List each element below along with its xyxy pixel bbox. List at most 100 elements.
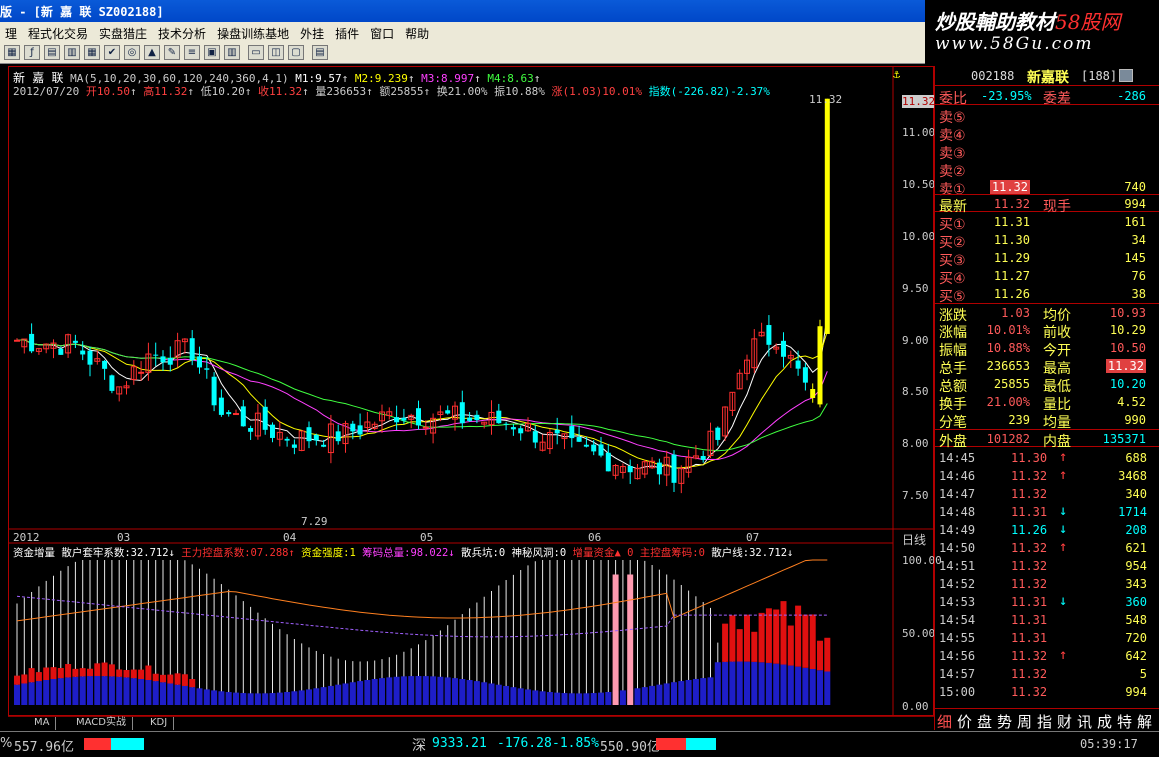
- chart-icon[interactable]: ▤: [44, 45, 60, 60]
- candle-body: [422, 426, 429, 429]
- warning-icon[interactable]: ▲: [144, 45, 160, 60]
- indicator-bar-blue: [780, 664, 787, 705]
- candle-body: [160, 356, 166, 363]
- quote-tab[interactable]: 周: [1017, 711, 1032, 732]
- panel-icon[interactable]: ▢: [288, 45, 304, 60]
- candle-body: [248, 428, 254, 432]
- indicator-bar-red: [72, 668, 79, 677]
- nowhand-value: 994: [1124, 197, 1146, 211]
- indicator-bar-blue: [700, 678, 707, 705]
- indicator-header: 资金增量 散户套牢系数:32.712↓ 王力控盘系数:07.288↑ 资金强度:…: [13, 545, 793, 560]
- indicator-bar-blue: [473, 681, 480, 705]
- function-icon[interactable]: ƒ: [24, 45, 40, 60]
- window-icon[interactable]: ▭: [248, 45, 264, 60]
- buy-row: 买② 11.30 34: [935, 231, 1159, 251]
- menu-item-live-hunt[interactable]: 实盘猎庄: [94, 22, 153, 42]
- print-icon[interactable]: ▤: [312, 45, 328, 60]
- indicator-bar-blue: [481, 682, 488, 705]
- quote-tab[interactable]: 特: [1117, 711, 1132, 732]
- indicator-bar-red: [116, 669, 123, 677]
- table-icon[interactable]: ▦: [84, 45, 100, 60]
- layout-icon[interactable]: ▣: [204, 45, 220, 60]
- stock-info-icon[interactable]: [1119, 69, 1133, 82]
- anchor-icon[interactable]: ⚓: [893, 67, 900, 81]
- quote-tab[interactable]: 盘: [977, 711, 992, 732]
- buy-price: 11.26: [993, 287, 1030, 301]
- quote-tab[interactable]: 细: [937, 711, 952, 732]
- candle-body: [262, 406, 268, 430]
- split-icon[interactable]: ◫: [268, 45, 284, 60]
- indicator-bar-blue: [393, 676, 400, 705]
- quote-tab[interactable]: 势: [997, 711, 1012, 732]
- menu-item-training[interactable]: 操盘训练基地: [212, 22, 295, 42]
- x-label: 2012: [13, 531, 40, 544]
- status-index-change: -176.28: [497, 736, 552, 751]
- site-banner: 炒股輔助教材58股网 www.58Gu.com: [925, 0, 1159, 62]
- tick-time: 14:57: [939, 667, 976, 681]
- indicator-bar-blue: [765, 662, 772, 705]
- indicator-bar-red: [758, 612, 765, 663]
- menu-item-plugins[interactable]: 插件: [330, 22, 365, 42]
- candle-body: [211, 376, 217, 406]
- tick-time: 14:52: [939, 577, 976, 591]
- stat-value: 21.00%: [986, 395, 1030, 409]
- stat-row: 涨幅 10.01% 前收 10.29: [935, 321, 1159, 341]
- stat-row: 涨跌 1.03 均价 10.93: [935, 303, 1159, 324]
- quote-tab[interactable]: 讯: [1077, 711, 1092, 732]
- quote-tab[interactable]: 财: [1057, 711, 1072, 732]
- candle-body: [810, 389, 816, 398]
- tab-ma[interactable]: MA: [28, 717, 57, 730]
- quote-tab[interactable]: 解: [1137, 711, 1152, 732]
- tick-time: 14:51: [939, 559, 976, 573]
- stat-value: 239: [1008, 413, 1030, 427]
- candle-body: [802, 367, 808, 383]
- menu-item-help[interactable]: 帮助: [400, 22, 435, 42]
- indicator-bar-blue: [57, 678, 64, 705]
- indicator-bar-red: [65, 664, 72, 678]
- menu-item-plugin-ext[interactable]: 外挂: [295, 22, 330, 42]
- menu-item-program-trading[interactable]: 程式化交易: [23, 22, 94, 42]
- target-icon[interactable]: ◎: [124, 45, 140, 60]
- buy-volume: 34: [1131, 233, 1146, 247]
- grid-icon[interactable]: ▦: [4, 45, 20, 60]
- kline-chart-area[interactable]: 新 嘉 联 MA(5,10,20,30,60,120,240,360,4,1) …: [8, 66, 942, 717]
- tile-icon[interactable]: ▥: [64, 45, 80, 60]
- buy-volume: 161: [1124, 215, 1146, 229]
- tick-row: 15:00 11.32 994: [935, 683, 1159, 701]
- ind-i4: 资金强度:1: [301, 547, 356, 559]
- indicator-bar-red: [14, 675, 20, 685]
- candle-body: [72, 340, 78, 343]
- pencil-icon[interactable]: ✎: [164, 45, 180, 60]
- indicator-bar-blue: [160, 682, 166, 705]
- indicator-bar-red: [108, 664, 115, 677]
- tick-price: 11.32: [1011, 667, 1048, 681]
- menu-item-tech-analysis[interactable]: 技术分析: [153, 22, 212, 42]
- candle-body: [503, 423, 509, 425]
- tick-volume: 621: [1125, 541, 1147, 555]
- menu-item-manage[interactable]: 理: [0, 22, 23, 42]
- candle-body: [445, 410, 451, 414]
- period-label[interactable]: 日线: [902, 531, 926, 548]
- tab-kdj[interactable]: KDJ: [144, 717, 175, 730]
- check-icon[interactable]: ✔: [104, 45, 120, 60]
- indicator-bar-blue: [510, 687, 517, 705]
- low-annotation: 7.29: [301, 515, 328, 528]
- indicator-bar-red: [123, 670, 130, 678]
- menu-item-window[interactable]: 窗口: [365, 22, 400, 42]
- quote-tab[interactable]: 成: [1097, 711, 1112, 732]
- tick-arrow-icon: ↓: [1059, 503, 1068, 519]
- tick-volume: 360: [1125, 595, 1147, 609]
- tick-time: 14:55: [939, 631, 976, 645]
- buy-price: 11.29: [993, 251, 1030, 265]
- quote-tab[interactable]: 指: [1037, 711, 1052, 732]
- bar-date: 2012/07/20: [13, 85, 80, 98]
- tick-time: 14:56: [939, 649, 976, 663]
- tab-macd[interactable]: MACD实战: [70, 717, 133, 730]
- columns-icon[interactable]: ▥: [224, 45, 240, 60]
- candle-body: [532, 431, 538, 443]
- list-icon[interactable]: ≡: [184, 45, 200, 60]
- stat-value: 1.03: [1001, 306, 1030, 320]
- indicator-line-purple: [16, 595, 828, 638]
- quote-tab[interactable]: 价: [957, 711, 972, 732]
- candle-body: [197, 356, 202, 368]
